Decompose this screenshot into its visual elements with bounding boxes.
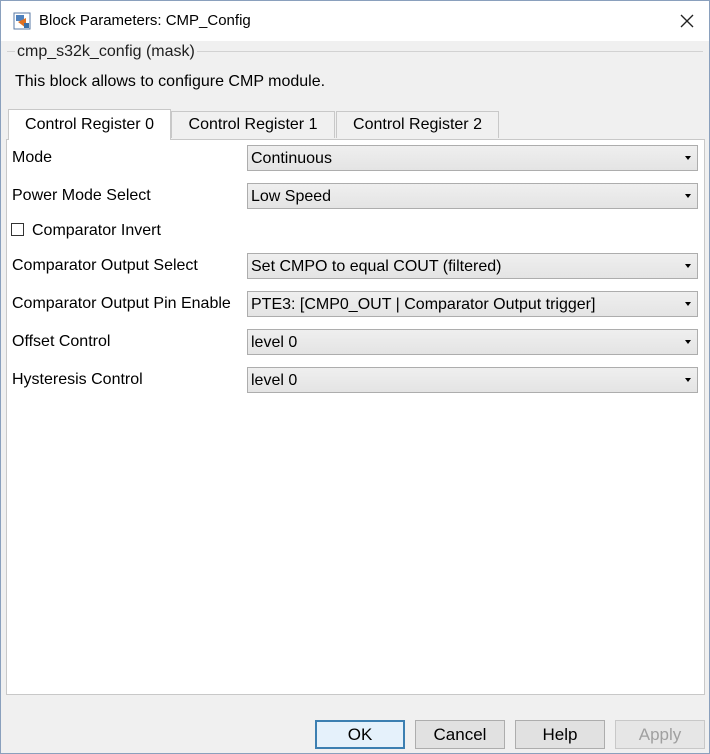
power-mode-dropdown[interactable]: Low Speed — [247, 183, 698, 209]
help-button[interactable]: Help — [515, 720, 605, 749]
ok-button[interactable]: OK — [315, 720, 405, 749]
cancel-button[interactable]: Cancel — [415, 720, 505, 749]
cancel-button-label: Cancel — [433, 724, 487, 744]
close-button[interactable] — [673, 9, 701, 33]
offset-label: Offset Control — [12, 333, 111, 350]
tab-control-register-1[interactable]: Control Register 1 — [171, 111, 335, 138]
apply-button[interactable]: Apply — [615, 720, 705, 749]
chevron-down-icon — [685, 302, 691, 306]
power-mode-label: Power Mode Select — [12, 187, 151, 204]
tab-label: Control Register 0 — [25, 116, 154, 133]
hysteresis-value: level 0 — [251, 372, 298, 389]
output-select-value: Set CMPO to equal COUT (filtered) — [251, 258, 502, 275]
comparator-invert-checkbox[interactable] — [11, 223, 24, 236]
output-select-label: Comparator Output Select — [12, 257, 198, 274]
chevron-down-icon — [685, 264, 691, 268]
mode-value: Continuous — [251, 150, 332, 167]
chevron-down-icon — [685, 194, 691, 198]
mask-group-title: cmp_s32k_config (mask) — [15, 43, 197, 61]
window-title: Block Parameters: CMP_Config — [39, 12, 251, 29]
block-parameters-dialog: Block Parameters: CMP_Config cmp_s32k_co… — [0, 0, 710, 754]
hysteresis-label: Hysteresis Control — [12, 371, 143, 388]
pin-enable-dropdown[interactable]: PTE3: [CMP0_OUT | Comparator Output trig… — [247, 291, 698, 317]
tab-label: Control Register 1 — [188, 116, 318, 133]
apply-button-label: Apply — [638, 724, 682, 744]
mask-description: This block allows to configure CMP modul… — [15, 73, 326, 90]
close-icon — [680, 14, 694, 28]
pin-enable-label: Comparator Output Pin Enable — [12, 295, 231, 312]
ok-button-label: OK — [347, 724, 373, 744]
chevron-down-icon — [685, 378, 691, 382]
hysteresis-dropdown[interactable]: level 0 — [247, 367, 698, 393]
comparator-invert-label: Comparator Invert — [32, 222, 161, 239]
help-button-label: Help — [542, 724, 578, 744]
tab-control-register-0[interactable]: Control Register 0 — [8, 109, 171, 140]
mode-dropdown[interactable]: Continuous — [247, 145, 698, 171]
title-bar[interactable]: Block Parameters: CMP_Config — [1, 1, 709, 41]
simulink-block-icon — [13, 12, 31, 30]
power-mode-value: Low Speed — [251, 188, 332, 205]
tab-label: Control Register 2 — [353, 116, 482, 133]
chevron-down-icon — [685, 156, 691, 160]
offset-value: level 0 — [251, 334, 298, 351]
offset-dropdown[interactable]: level 0 — [247, 329, 698, 355]
output-select-dropdown[interactable]: Set CMPO to equal COUT (filtered) — [247, 253, 698, 279]
mode-label: Mode — [12, 149, 53, 166]
chevron-down-icon — [685, 340, 691, 344]
tab-control-register-2[interactable]: Control Register 2 — [336, 111, 499, 138]
pin-enable-value: PTE3: [CMP0_OUT | Comparator Output trig… — [251, 296, 596, 313]
